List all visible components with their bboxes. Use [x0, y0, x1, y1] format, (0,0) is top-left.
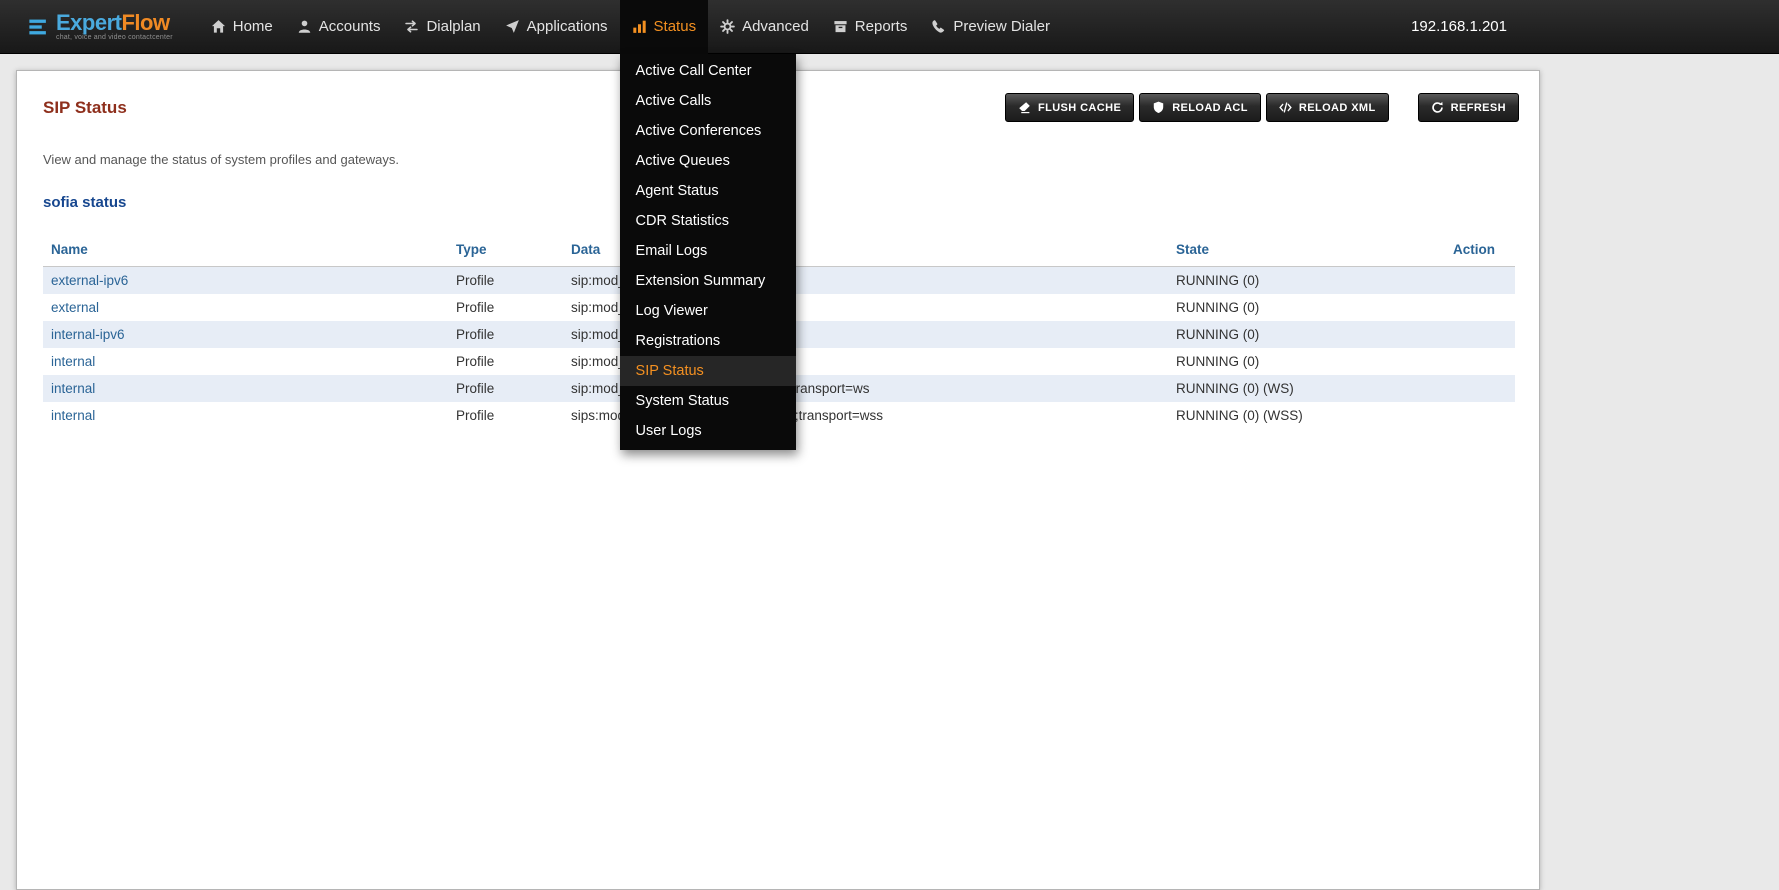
nav-item-label: Home	[233, 18, 273, 35]
profile-name-link[interactable]: internal-ipv6	[51, 327, 125, 342]
cell-type: Profile	[448, 321, 563, 348]
menu-item-log-viewer[interactable]: Log Viewer	[620, 296, 796, 326]
toolbar: FLUSH CACHE RELOAD ACL RELOAD XML REFRESH	[1005, 93, 1519, 122]
nav-item-dialplan[interactable]: Dialplan	[392, 0, 492, 54]
logo-tagline: chat, voice and video contactcenter	[56, 34, 173, 41]
cell-name: internal	[43, 402, 448, 429]
nav-item-reports[interactable]: Reports	[821, 0, 920, 54]
menu-item-registrations[interactable]: Registrations	[620, 326, 796, 356]
app-logo[interactable]: ExpertFlow chat, voice and video contact…	[28, 13, 173, 41]
logo-text-primary: Expert	[56, 10, 121, 35]
status-dropdown-menu: Active Call CenterActive CallsActive Con…	[620, 54, 796, 450]
menu-item-active-conferences[interactable]: Active Conferences	[620, 116, 796, 146]
cell-action	[1445, 375, 1515, 402]
menu-item-system-status[interactable]: System Status	[620, 386, 796, 416]
button-label: FLUSH CACHE	[1038, 102, 1121, 114]
cell-type: Profile	[448, 402, 563, 429]
cell-type: Profile	[448, 375, 563, 402]
main-nav: Home Accounts Dialplan Applications StatusAc…	[199, 0, 1062, 54]
gear-icon	[720, 19, 735, 34]
top-navbar: ExpertFlow chat, voice and video contact…	[0, 0, 1779, 54]
menu-item-sip-status[interactable]: SIP Status	[620, 356, 796, 386]
transfer-icon	[404, 19, 419, 34]
nav-item-home[interactable]: Home	[199, 0, 285, 54]
cell-state: RUNNING (0)	[1168, 348, 1445, 375]
menu-item-user-logs[interactable]: User Logs	[620, 416, 796, 446]
eraser-icon	[1018, 101, 1031, 114]
reload-xml-button[interactable]: RELOAD XML	[1266, 93, 1389, 122]
nav-item-label: Reports	[855, 18, 908, 35]
send-icon	[505, 19, 520, 34]
button-label: RELOAD XML	[1299, 102, 1376, 114]
cell-state: RUNNING (0) (WS)	[1168, 375, 1445, 402]
nav-item-accounts[interactable]: Accounts	[285, 0, 393, 54]
page-title: SIP Status	[43, 98, 127, 118]
menu-item-active-calls[interactable]: Active Calls	[620, 86, 796, 116]
logo-text-secondary: Flow	[121, 10, 169, 35]
profile-name-link[interactable]: external-ipv6	[51, 273, 128, 288]
server-ip: 192.168.1.201	[1411, 18, 1507, 35]
button-label: REFRESH	[1451, 102, 1506, 114]
button-label: RELOAD ACL	[1172, 102, 1248, 114]
menu-item-cdr-statistics[interactable]: CDR Statistics	[620, 206, 796, 236]
shield-icon	[1152, 101, 1165, 114]
phone-icon	[931, 19, 946, 34]
cell-action	[1445, 402, 1515, 429]
cell-action	[1445, 267, 1515, 295]
profile-name-link[interactable]: internal	[51, 381, 95, 396]
menu-item-active-queues[interactable]: Active Queues	[620, 146, 796, 176]
cell-type: Profile	[448, 267, 563, 295]
cell-state: RUNNING (0)	[1168, 294, 1445, 321]
nav-item-preview-dialer[interactable]: Preview Dialer	[919, 0, 1062, 54]
menu-item-email-logs[interactable]: Email Logs	[620, 236, 796, 266]
cell-name: internal	[43, 348, 448, 375]
nav-item-label: Status	[654, 18, 697, 35]
cell-name: external-ipv6	[43, 267, 448, 295]
cell-name: external	[43, 294, 448, 321]
logo-text: ExpertFlow chat, voice and video contact…	[56, 13, 173, 41]
code-icon	[1279, 101, 1292, 114]
nav-item-status[interactable]: StatusActive Call CenterActive CallsActi…	[620, 0, 709, 54]
cell-name: internal	[43, 375, 448, 402]
menu-item-agent-status[interactable]: Agent Status	[620, 176, 796, 206]
cell-state: RUNNING (0)	[1168, 267, 1445, 295]
home-icon	[211, 19, 226, 34]
cell-type: Profile	[448, 294, 563, 321]
column-header-state: State	[1168, 233, 1445, 267]
flush-cache-button[interactable]: FLUSH CACHE	[1005, 93, 1134, 122]
nav-item-label: Applications	[527, 18, 608, 35]
profile-name-link[interactable]: internal	[51, 408, 95, 423]
reload-acl-button[interactable]: RELOAD ACL	[1139, 93, 1261, 122]
cell-action	[1445, 348, 1515, 375]
profile-name-link[interactable]: internal	[51, 354, 95, 369]
archive-icon	[833, 19, 848, 34]
bar-chart-icon	[632, 19, 647, 34]
cell-state: RUNNING (0)	[1168, 321, 1445, 348]
column-header-action: Action	[1445, 233, 1515, 267]
cell-type: Profile	[448, 348, 563, 375]
nav-item-applications[interactable]: Applications	[493, 0, 620, 54]
cell-name: internal-ipv6	[43, 321, 448, 348]
column-header-type: Type	[448, 233, 563, 267]
nav-item-label: Dialplan	[426, 18, 480, 35]
cell-state: RUNNING (0) (WSS)	[1168, 402, 1445, 429]
cell-action	[1445, 294, 1515, 321]
cell-action	[1445, 321, 1515, 348]
menu-item-active-call-center[interactable]: Active Call Center	[620, 56, 796, 86]
nav-item-advanced[interactable]: Advanced	[708, 0, 821, 54]
user-icon	[297, 19, 312, 34]
profile-name-link[interactable]: external	[51, 300, 99, 315]
nav-item-label: Advanced	[742, 18, 809, 35]
refresh-icon	[1431, 101, 1444, 114]
nav-item-label: Accounts	[319, 18, 381, 35]
logo-bars-icon	[28, 16, 50, 38]
nav-item-label: Preview Dialer	[953, 18, 1050, 35]
menu-item-extension-summary[interactable]: Extension Summary	[620, 266, 796, 296]
column-header-name: Name	[43, 233, 448, 267]
refresh-button[interactable]: REFRESH	[1418, 93, 1519, 122]
